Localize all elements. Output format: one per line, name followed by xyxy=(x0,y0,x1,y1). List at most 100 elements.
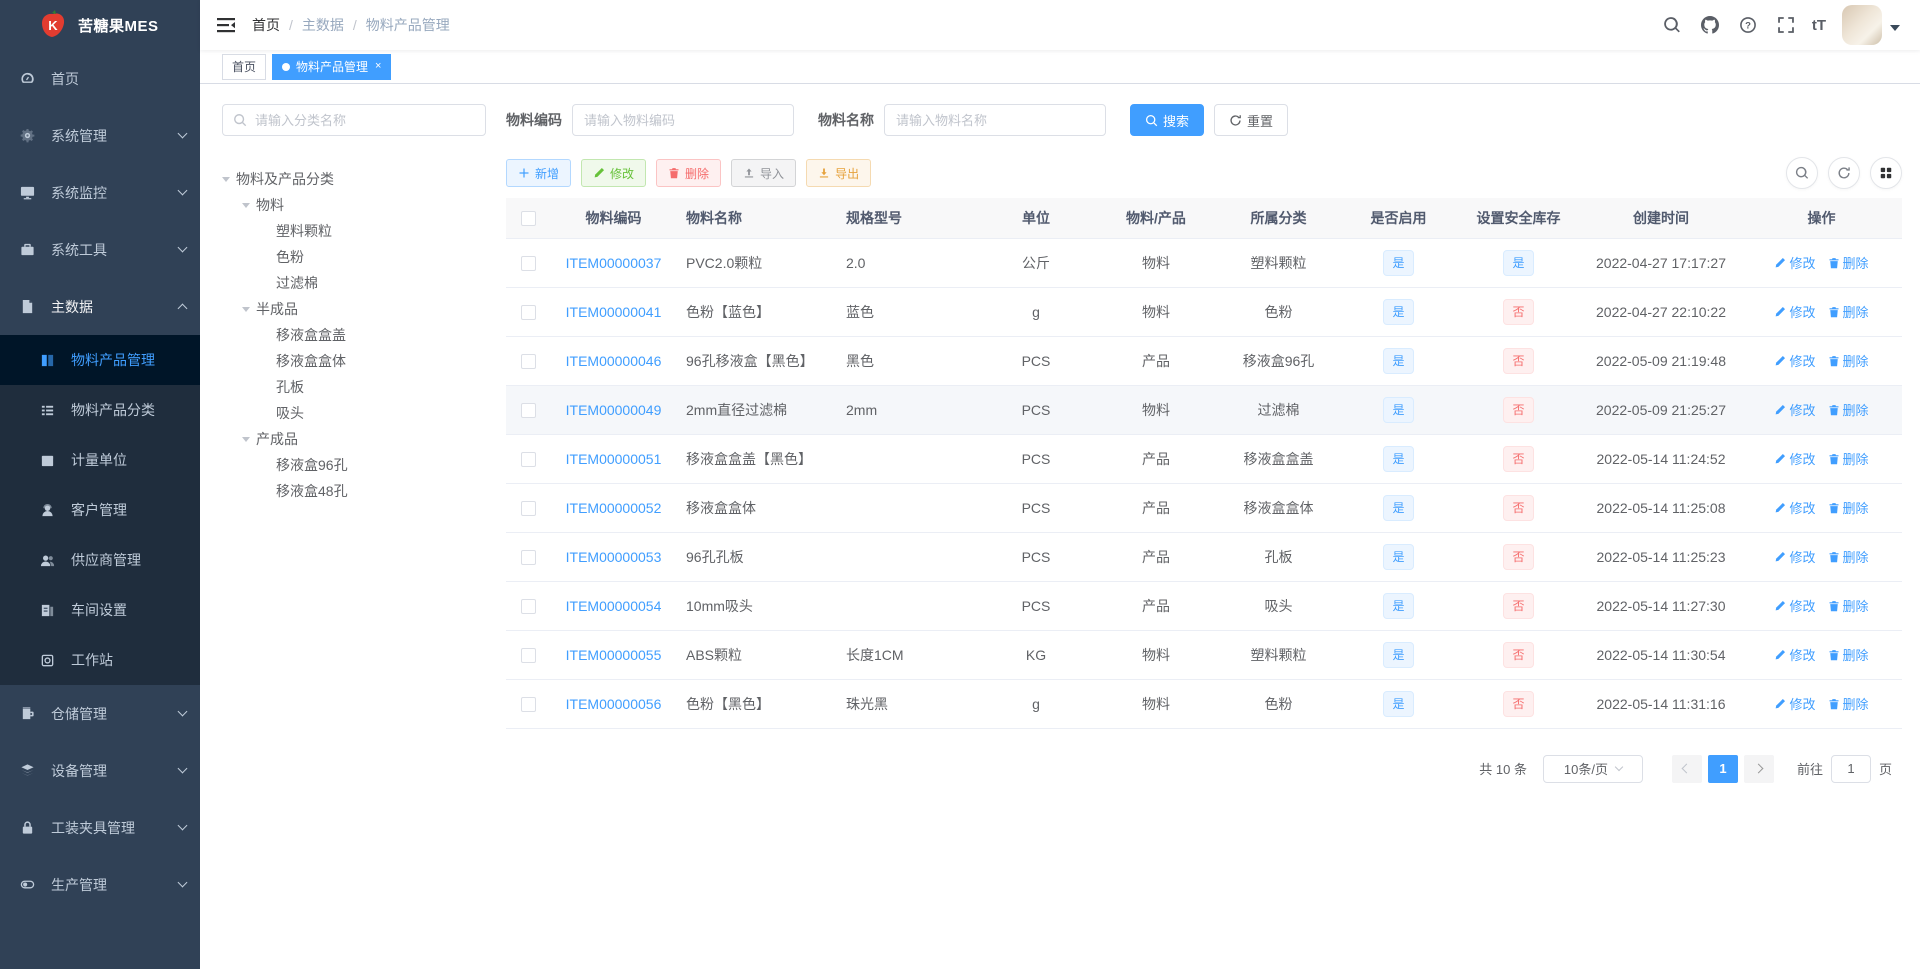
row-checkbox[interactable] xyxy=(521,500,536,516)
next-page-button[interactable] xyxy=(1743,754,1774,783)
column-settings-button[interactable] xyxy=(1870,157,1902,189)
row-delete-link[interactable]: 删除 xyxy=(1828,596,1869,615)
github-icon[interactable] xyxy=(1698,13,1722,37)
row-delete-link[interactable]: 删除 xyxy=(1828,694,1869,713)
row-edit-link[interactable]: 修改 xyxy=(1774,351,1816,370)
sidebar-subitem-6[interactable]: 工作站 xyxy=(0,635,200,685)
material-code-link[interactable]: ITEM00000052 xyxy=(566,500,662,516)
row-checkbox[interactable] xyxy=(521,598,536,614)
sidebar-item-0[interactable]: 首页 xyxy=(0,50,200,107)
sidebar-subitem-2[interactable]: 计量单位 xyxy=(0,435,200,485)
row-edit-link[interactable]: 修改 xyxy=(1774,449,1816,468)
row-edit-link[interactable]: 修改 xyxy=(1774,498,1816,517)
sidebar-item-2[interactable]: 系统监控 xyxy=(0,164,200,221)
row-edit-link[interactable]: 修改 xyxy=(1774,547,1816,566)
table-row[interactable]: ITEM00000037 PVC2.0颗粒 2.0 公斤 物料 塑料颗粒 是 是 2022-04… xyxy=(506,238,1902,288)
material-code-link[interactable]: ITEM00000041 xyxy=(566,304,662,320)
tree-node[interactable]: 产成品 xyxy=(222,426,486,452)
row-delete-link[interactable]: 删除 xyxy=(1828,547,1869,566)
row-delete-link[interactable]: 删除 xyxy=(1828,498,1869,517)
row-edit-link[interactable]: 修改 xyxy=(1774,694,1816,713)
sidebar-subitem-1[interactable]: 物料产品分类 xyxy=(0,385,200,435)
tree-node[interactable]: 物料及产品分类 xyxy=(222,166,486,192)
sidebar-subitem-3[interactable]: 客户管理 xyxy=(0,485,200,535)
table-row[interactable]: ITEM00000049 2mm直径过滤棉 2mm PCS 物料 过滤棉 是 否 2022-05… xyxy=(506,385,1902,435)
table-row[interactable]: ITEM00000056 色粉【黑色】 珠光黑 g 物料 色粉 是 否 2022-05-14 1… xyxy=(506,679,1902,729)
sidebar-item-8[interactable]: 生产管理 xyxy=(0,856,200,913)
material-code-link[interactable]: ITEM00000056 xyxy=(566,696,662,712)
select-all-checkbox[interactable] xyxy=(521,211,536,227)
material-code-link[interactable]: ITEM00000054 xyxy=(566,598,662,614)
reset-button[interactable]: 重置 xyxy=(1214,104,1289,136)
current-page[interactable]: 1 xyxy=(1707,754,1738,783)
material-code-link[interactable]: ITEM00000046 xyxy=(566,353,662,369)
tree-node[interactable]: 半成品 xyxy=(222,296,486,322)
row-checkbox[interactable] xyxy=(521,255,536,271)
row-edit-link[interactable]: 修改 xyxy=(1774,400,1816,419)
table-row[interactable]: ITEM00000053 96孔孔板 PCS 产品 孔板 是 否 2022-05-14 11:… xyxy=(506,532,1902,582)
row-delete-link[interactable]: 删除 xyxy=(1828,645,1869,664)
sidebar-item-6[interactable]: 设备管理 xyxy=(0,742,200,799)
sidebar-subitem-5[interactable]: 车间设置 xyxy=(0,585,200,635)
logo[interactable]: K 苦糖果MES xyxy=(0,0,200,50)
tree-node[interactable]: 过滤棉 xyxy=(222,270,486,296)
row-edit-link[interactable]: 修改 xyxy=(1774,596,1816,615)
table-row[interactable]: ITEM00000051 移液盒盒盖【黑色】 PCS 产品 移液盒盒盖 是 否 2022-05… xyxy=(506,434,1902,484)
row-checkbox[interactable] xyxy=(521,647,536,663)
row-checkbox[interactable] xyxy=(521,549,536,565)
row-delete-link[interactable]: 删除 xyxy=(1828,400,1869,419)
row-edit-link[interactable]: 修改 xyxy=(1774,645,1816,664)
row-checkbox[interactable] xyxy=(521,451,536,467)
row-checkbox[interactable] xyxy=(521,402,536,418)
filter-input-0[interactable] xyxy=(572,104,794,136)
add-button[interactable]: 新增 xyxy=(506,159,572,187)
font-size-icon[interactable]: tT xyxy=(1812,13,1826,37)
row-delete-link[interactable]: 删除 xyxy=(1828,302,1869,321)
row-checkbox[interactable] xyxy=(521,304,536,320)
breadcrumb-item[interactable]: 首页 xyxy=(252,15,280,35)
table-row[interactable]: ITEM00000041 色粉【蓝色】 蓝色 g 物料 色粉 是 否 2022-04-27 22… xyxy=(506,287,1902,337)
tree-node[interactable]: 移液盒盒体 xyxy=(222,348,486,374)
row-delete-link[interactable]: 删除 xyxy=(1828,449,1869,468)
row-edit-link[interactable]: 修改 xyxy=(1774,253,1816,272)
refresh-button[interactable] xyxy=(1828,157,1860,189)
breadcrumb-item[interactable]: 主数据 xyxy=(302,15,344,35)
tree-node[interactable]: 吸头 xyxy=(222,400,486,426)
sidebar-item-4[interactable]: 主数据 xyxy=(0,278,200,335)
sidebar-item-5[interactable]: 仓储管理 xyxy=(0,685,200,742)
search-button[interactable]: 搜索 xyxy=(1130,104,1205,136)
tree-node[interactable]: 移液盒48孔 xyxy=(222,478,486,504)
tab-0[interactable]: 首页 xyxy=(222,53,267,80)
sidebar-item-1[interactable]: 系统管理 xyxy=(0,107,200,164)
sidebar-toggle-icon[interactable] xyxy=(216,15,236,35)
tree-node[interactable]: 色粉 xyxy=(222,244,486,270)
goto-page-input[interactable] xyxy=(1830,754,1871,783)
tree-node[interactable]: 塑料颗粒 xyxy=(222,218,486,244)
table-row[interactable]: ITEM00000055 ABS颗粒 长度1CM KG 物料 塑料颗粒 是 否 2022-05-… xyxy=(506,630,1902,680)
sidebar-item-3[interactable]: 系统工具 xyxy=(0,221,200,278)
tab-1[interactable]: 物料产品管理 × xyxy=(272,53,392,80)
material-code-link[interactable]: ITEM00000055 xyxy=(566,647,662,663)
tree-search-input[interactable] xyxy=(255,112,475,128)
material-code-link[interactable]: ITEM00000049 xyxy=(566,402,662,418)
tree-node[interactable]: 物料 xyxy=(222,192,486,218)
row-checkbox[interactable] xyxy=(521,353,536,369)
search-icon[interactable] xyxy=(1660,13,1684,37)
export-button[interactable]: 导出 xyxy=(806,159,872,187)
material-code-link[interactable]: ITEM00000037 xyxy=(566,255,662,271)
help-icon[interactable]: ? xyxy=(1736,13,1760,37)
edit-button[interactable]: 修改 xyxy=(581,159,647,187)
prev-page-button[interactable] xyxy=(1671,754,1702,783)
tab-close-icon[interactable]: × xyxy=(375,61,381,72)
toggle-search-button[interactable] xyxy=(1786,157,1818,189)
tree-node[interactable]: 孔板 xyxy=(222,374,486,400)
sidebar-subitem-0[interactable]: 物料产品管理 xyxy=(0,335,200,385)
table-row[interactable]: ITEM00000054 10mm吸头 PCS 产品 吸头 是 否 2022-05-14 11… xyxy=(506,581,1902,631)
row-checkbox[interactable] xyxy=(521,696,536,712)
fullscreen-icon[interactable] xyxy=(1774,13,1798,37)
sidebar-item-7[interactable]: 工装夹具管理 xyxy=(0,799,200,856)
breadcrumb-item[interactable]: 物料产品管理 xyxy=(366,15,450,35)
material-code-link[interactable]: ITEM00000051 xyxy=(566,451,662,467)
import-button[interactable]: 导入 xyxy=(731,159,797,187)
filter-input-1[interactable] xyxy=(884,104,1106,136)
